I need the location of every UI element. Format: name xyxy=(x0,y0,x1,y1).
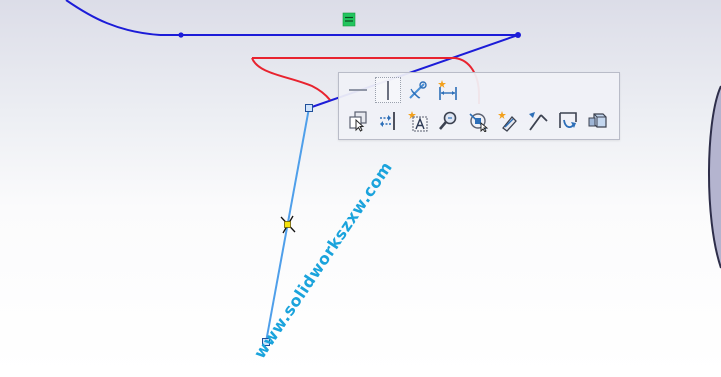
select-chain-icon xyxy=(469,113,489,132)
horizontal-relation-icon xyxy=(349,89,367,91)
edit-sketch-button[interactable] xyxy=(495,108,521,134)
line-midpoint-handle[interactable] xyxy=(284,221,291,228)
rebuild-button[interactable] xyxy=(555,108,581,134)
horizontal-relation-button[interactable] xyxy=(345,77,371,103)
sketch-point[interactable] xyxy=(178,32,184,38)
zoom-to-selection-button[interactable] xyxy=(435,108,461,134)
fix-relation-icon xyxy=(409,81,427,99)
smart-dimension-text-button[interactable] xyxy=(405,108,431,134)
view-orientation-button[interactable] xyxy=(585,108,611,134)
select-chain-button[interactable] xyxy=(465,108,491,134)
fix-relation-button[interactable] xyxy=(405,77,431,103)
smart-dimension-text-icon xyxy=(408,111,428,132)
context-toolbar xyxy=(338,72,620,140)
toolbar-row-relations xyxy=(345,77,461,103)
display-delete-relations-icon xyxy=(349,111,367,132)
view-orientation-icon xyxy=(588,113,607,128)
horizontal-relation-badge[interactable] xyxy=(342,12,356,27)
normal-to-icon xyxy=(529,112,548,131)
toolbar-row-commands xyxy=(345,108,611,134)
smart-dimension-icon xyxy=(438,80,457,100)
graphics-area[interactable]: www.solidworkszxw.com xyxy=(0,0,721,377)
model-edge-arc xyxy=(708,85,721,269)
sketch-arc[interactable] xyxy=(65,0,161,36)
display-delete-relations-button[interactable] xyxy=(345,108,371,134)
line-endpoint-handle-top[interactable] xyxy=(305,104,313,112)
convert-construction-icon xyxy=(380,112,395,130)
normal-to-button[interactable] xyxy=(525,108,551,134)
edit-sketch-icon xyxy=(498,111,517,132)
markup-annotation-curve xyxy=(251,57,331,101)
rebuild-icon xyxy=(559,112,577,128)
smart-dimension-button[interactable] xyxy=(435,77,461,103)
convert-construction-button[interactable] xyxy=(375,108,401,134)
zoom-to-selection-icon xyxy=(439,111,457,130)
vertical-relation-button[interactable] xyxy=(375,77,401,103)
vertical-relation-icon xyxy=(387,81,389,100)
